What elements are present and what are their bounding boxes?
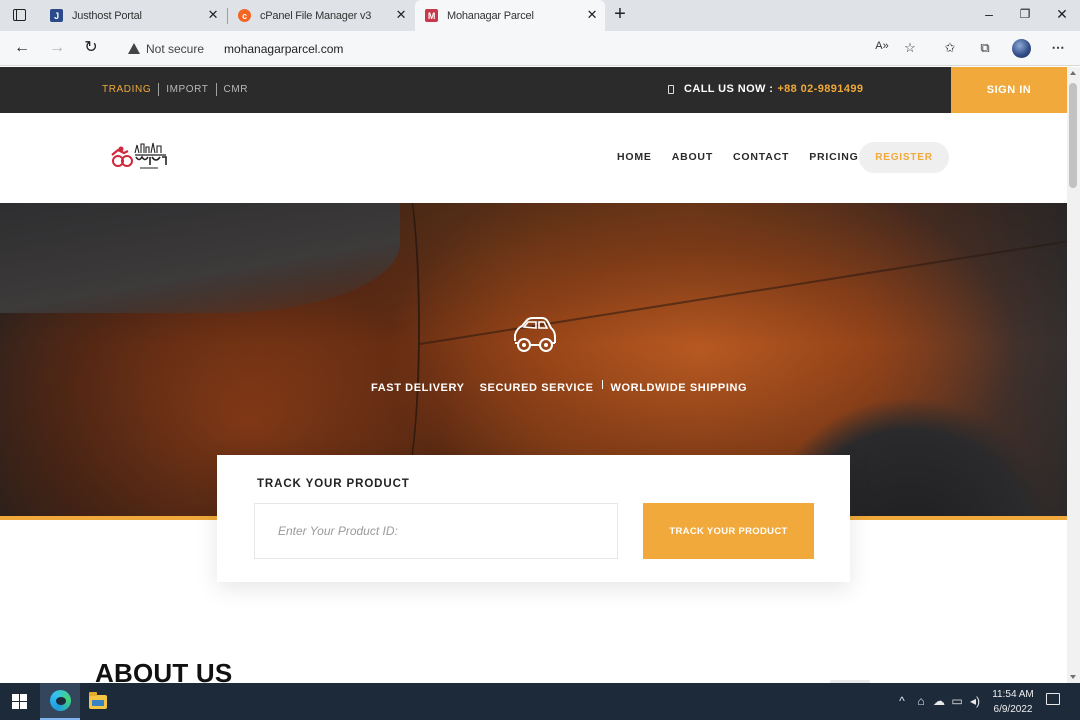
- car-icon: [514, 317, 556, 352]
- tab-title: Justhost Portal: [72, 9, 142, 22]
- site-topbar: TRADING IMPORT CMR CALL US NOW : +88 02-…: [0, 67, 1067, 113]
- topbar-links: TRADING IMPORT CMR: [102, 83, 255, 96]
- browser-tab-mohanagar[interactable]: M Mohanagar Parcel ✕: [415, 0, 605, 31]
- feature-worldwide-shipping: WORLDWIDE SHIPPING: [610, 382, 748, 394]
- device-icon[interactable]: ⌂: [913, 694, 929, 708]
- taskbar-edge-app[interactable]: [40, 683, 80, 720]
- windows-start-icon[interactable]: [12, 694, 27, 709]
- nav-link-home[interactable]: HOME: [617, 151, 652, 163]
- feature-secured-service: SECURED SERVICE: [479, 382, 594, 394]
- url-text[interactable]: mohanagarparcel.com: [224, 42, 343, 56]
- scroll-up-icon[interactable]: [1070, 71, 1076, 75]
- phone-number[interactable]: +88 02-9891499: [777, 83, 863, 95]
- topbar-link-cmr[interactable]: CMR: [217, 84, 256, 95]
- tab-actions-menu-button[interactable]: [6, 4, 32, 26]
- more-menu-icon[interactable]: ⋯: [1049, 40, 1067, 56]
- refresh-icon[interactable]: ↻: [80, 38, 102, 58]
- tab-close-icon[interactable]: ✕: [206, 8, 220, 22]
- browser-tab-cpanel[interactable]: c cPanel File Manager v3 ✕: [228, 0, 414, 31]
- minimize-icon[interactable]: –: [979, 6, 999, 22]
- not-secure-warning-icon: [128, 43, 140, 54]
- read-aloud-icon[interactable]: A»: [873, 40, 891, 52]
- taskbar-clock[interactable]: 11:54 AM 6/9/2022: [986, 687, 1040, 717]
- tracking-title: TRACK YOUR PRODUCT: [257, 478, 410, 490]
- new-tab-button[interactable]: +: [611, 4, 629, 26]
- nav-link-about[interactable]: ABOUT: [672, 151, 713, 163]
- product-id-input[interactable]: [254, 503, 618, 559]
- hero-features: FAST DELIVERY SECURED SERVICE WORLDWIDE …: [371, 379, 748, 394]
- browser-tab-strip: J Justhost Portal ✕ c cPanel File Manage…: [0, 0, 1080, 31]
- clock-time: 11:54 AM: [992, 689, 1034, 700]
- hero-background-window: [0, 203, 400, 313]
- sign-in-button[interactable]: SIGN IN: [951, 67, 1067, 113]
- favorites-icon[interactable]: ✩: [941, 40, 959, 56]
- network-icon[interactable]: ▭: [949, 694, 965, 708]
- tab-title: cPanel File Manager v3: [260, 9, 372, 22]
- profile-avatar[interactable]: [1012, 39, 1031, 58]
- nav-link-pricing[interactable]: PRICING: [809, 151, 858, 163]
- scroll-down-icon[interactable]: [1070, 675, 1076, 679]
- hero-background-curve: [380, 203, 420, 493]
- nav-link-contact[interactable]: CONTACT: [733, 151, 789, 163]
- volume-icon[interactable]: ◂): [967, 694, 983, 708]
- folder-icon: [89, 691, 107, 709]
- page-scrollbar[interactable]: [1067, 67, 1080, 683]
- tab-close-icon[interactable]: ✕: [585, 8, 599, 22]
- address-bar[interactable]: Not secure mohanagarparcel.com: [114, 35, 930, 62]
- site-header: HOME ABOUT CONTACT PRICING REGISTER: [0, 113, 1067, 203]
- tab-close-icon[interactable]: ✕: [394, 8, 408, 22]
- edge-icon: [49, 690, 71, 711]
- notifications-icon[interactable]: [1046, 693, 1060, 705]
- tab-actions-icon: [12, 9, 26, 21]
- register-button[interactable]: REGISTER: [859, 142, 949, 173]
- windows-taskbar: ^ ⌂ ☁ ▭ ◂) 11:54 AM 6/9/2022: [0, 683, 1080, 720]
- window-close-icon[interactable]: ✕: [1052, 6, 1072, 23]
- back-arrow-icon[interactable]: ←: [11, 38, 33, 58]
- topbar-link-import[interactable]: IMPORT: [159, 84, 215, 95]
- track-product-button[interactable]: TRACK YOUR PRODUCT: [643, 503, 814, 559]
- security-label[interactable]: Not secure: [146, 42, 204, 56]
- site-favicon-icon: M: [425, 9, 438, 22]
- call-us-label: CALL US NOW :: [684, 83, 774, 95]
- collections-icon[interactable]: ⧉: [976, 40, 994, 56]
- show-hidden-icons-icon[interactable]: ^: [894, 694, 910, 708]
- clock-date: 6/9/2022: [993, 704, 1033, 715]
- browser-tab-justhost[interactable]: J Justhost Portal ✕: [40, 0, 226, 31]
- cpanel-icon: c: [238, 9, 251, 22]
- restore-icon[interactable]: ❐: [1015, 7, 1035, 21]
- feature-fast-delivery: FAST DELIVERY: [371, 382, 465, 394]
- justhost-icon: J: [50, 9, 63, 22]
- call-us-info: CALL US NOW : +88 02-9891499: [668, 83, 863, 95]
- topbar-link-trading[interactable]: TRADING: [102, 84, 158, 95]
- mohanagar-logo[interactable]: [108, 141, 170, 173]
- tracking-card: TRACK YOUR PRODUCT TRACK YOUR PRODUCT: [217, 455, 850, 582]
- browser-toolbar: ← → ↻ Not secure mohanagarparcel.com A» …: [0, 31, 1080, 66]
- taskbar-file-explorer-app[interactable]: [78, 683, 118, 720]
- tab-title: Mohanagar Parcel: [447, 9, 534, 22]
- divider: [601, 379, 603, 389]
- add-favorite-icon[interactable]: ☆: [901, 40, 919, 56]
- scroll-thumb[interactable]: [1069, 83, 1077, 188]
- main-nav: HOME ABOUT CONTACT PRICING: [617, 151, 879, 163]
- phone-icon: [668, 84, 674, 94]
- forward-arrow-icon[interactable]: →: [46, 38, 68, 58]
- onedrive-cloud-icon[interactable]: ☁: [931, 694, 947, 708]
